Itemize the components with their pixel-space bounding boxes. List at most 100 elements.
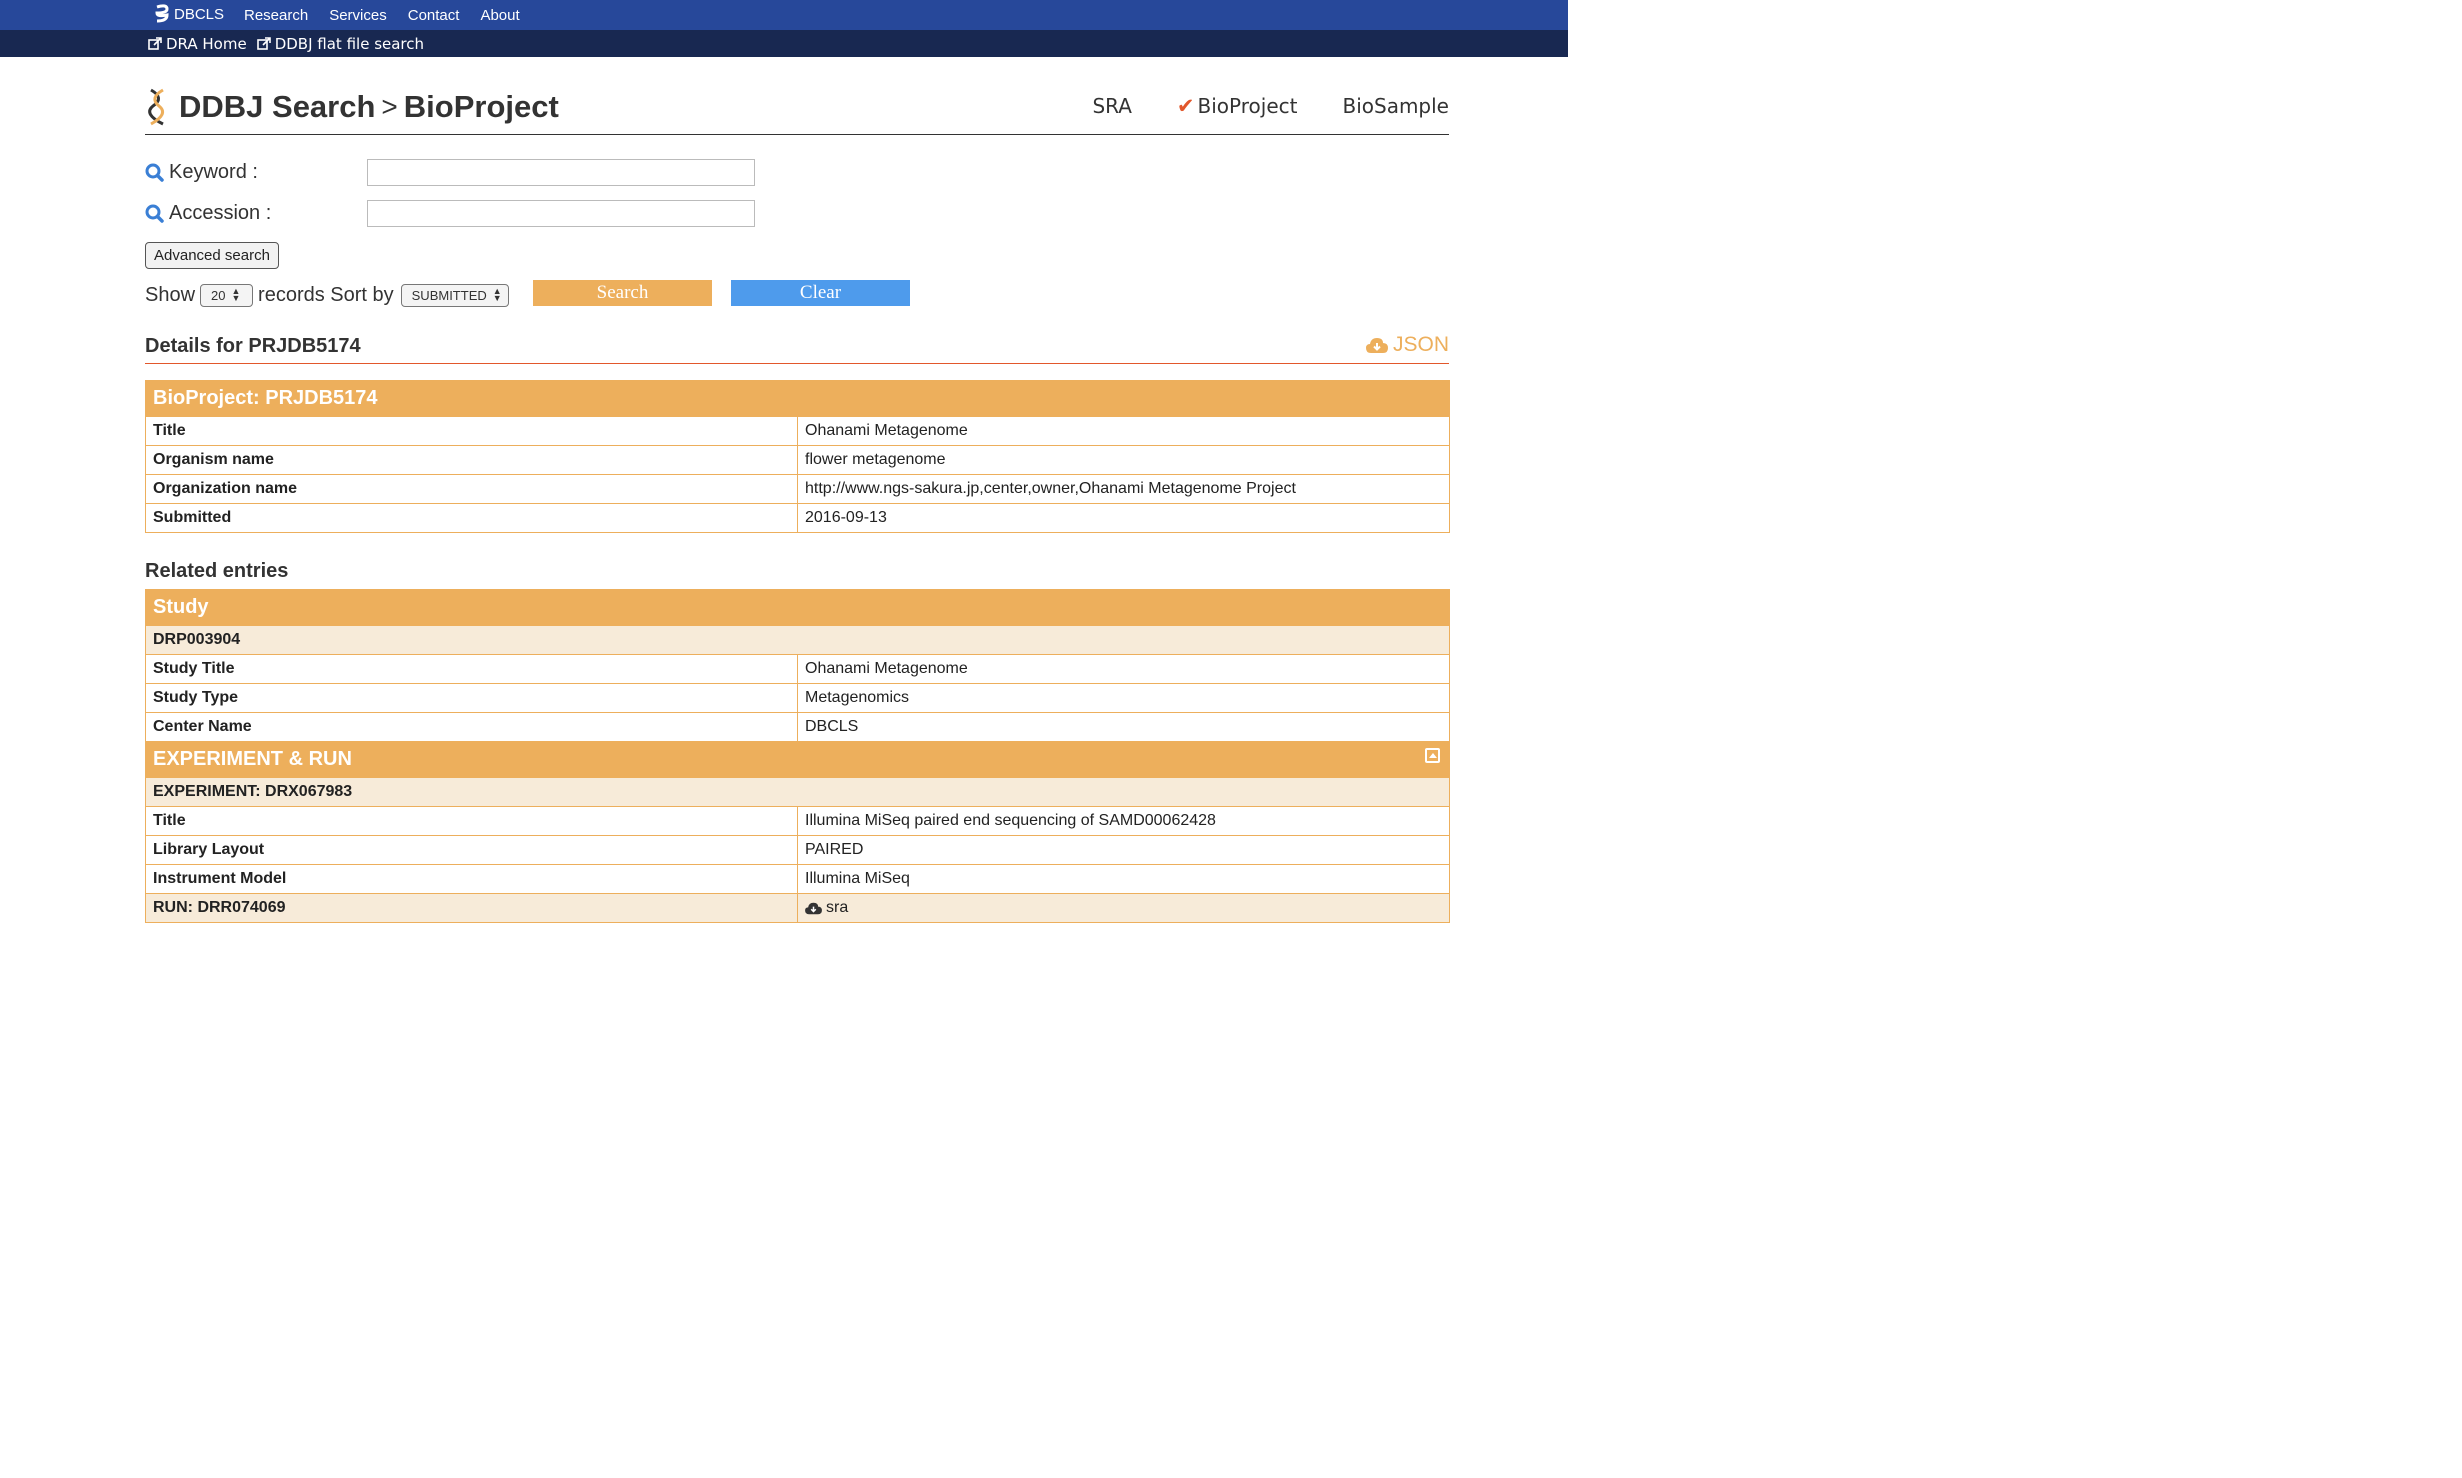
nav-contact[interactable]: Contact: [408, 7, 460, 24]
sub-navbar: DRA Home DDBJ flat file search: [0, 30, 1568, 57]
show-sort-row: Show 20 ▲ ▼ records Sort by SUBMITTED ▲ ▼: [145, 281, 514, 309]
details-header: Details for PRJDB5174 JSON: [145, 333, 1449, 364]
ddbj-flat-file-search-label: DDBJ flat file search: [274, 34, 425, 53]
accession-label-text: Accession :: [169, 202, 272, 224]
select-arrows-icon: ▲ ▼: [231, 286, 241, 303]
row-key: Title: [145, 416, 798, 446]
ddbj-logo-icon: [148, 88, 165, 126]
table-row: Instrument Model Illumina MiSeq: [145, 864, 1450, 894]
check-icon: ✔: [1176, 94, 1195, 118]
tab-bioproject[interactable]: ✔ BioProject: [1177, 94, 1298, 118]
related-entries-heading: Related entries: [145, 560, 289, 582]
top-navbar: DBCLS Research Services Contact About: [0, 0, 1568, 30]
accession-input[interactable]: [367, 200, 755, 227]
table-row: Library Layout PAIRED: [145, 835, 1450, 865]
row-value: DBCLS: [797, 712, 1450, 742]
nav-about[interactable]: About: [480, 7, 519, 24]
tab-sra[interactable]: SRA: [1092, 94, 1131, 118]
tab-bioproject-label: BioProject: [1197, 94, 1298, 118]
records-count-select[interactable]: 20 ▲ ▼: [200, 283, 254, 307]
table-row: Title Ohanami Metagenome: [145, 416, 1450, 446]
database-tabs: SRA ✔ BioProject BioSample: [1047, 94, 1449, 118]
top-nav-menu: Research Services Contact About: [244, 0, 541, 30]
row-value: Ohanami Metagenome: [797, 416, 1450, 446]
keyword-label: Keyword :: [145, 161, 367, 184]
keyword-input[interactable]: [367, 159, 755, 186]
dra-home-label: DRA Home: [166, 34, 247, 53]
row-key: Organism name: [145, 445, 798, 475]
search-icon: [145, 163, 164, 182]
row-key: Study Title: [145, 654, 798, 684]
related-entries-table: Study DRP003904 Study Title Ohanami Metag…: [145, 589, 1450, 923]
row-value: 2016-09-13: [797, 503, 1450, 533]
section-title: BioProject: [403, 89, 559, 124]
sra-link-label: sra: [826, 899, 849, 916]
bioproject-caption: BioProject: PRJDB5174: [145, 380, 1450, 417]
table-row: Title Illumina MiSeq paired end sequencin…: [145, 806, 1450, 836]
tab-biosample[interactable]: BioSample: [1342, 94, 1449, 118]
keyword-row: Keyword :: [145, 159, 755, 186]
run-row: RUN: DRR074069 sra: [145, 893, 1450, 923]
study-id[interactable]: DRP003904: [145, 625, 1450, 655]
table-row: Study Title Ohanami Metagenome: [145, 654, 1450, 684]
table-row: Center Name DBCLS: [145, 712, 1450, 742]
details-heading: Details for PRJDB5174: [145, 335, 361, 357]
experiment-id[interactable]: EXPERIMENT: DRX067983: [145, 777, 1450, 807]
accession-row: Accession :: [145, 200, 755, 227]
page-header: DDBJ Search > BioProject SRA ✔ BioProjec…: [145, 86, 1449, 135]
bioproject-table: BioProject: PRJDB5174 Title Ohanami Metag…: [145, 380, 1450, 533]
row-key: Library Layout: [145, 835, 798, 865]
run-id[interactable]: RUN: DRR074069: [145, 893, 798, 923]
collapse-icon[interactable]: [1425, 748, 1440, 763]
table-row: Submitted 2016-09-13: [145, 503, 1450, 533]
search-button[interactable]: Search: [533, 280, 712, 306]
show-label: Show: [145, 283, 196, 306]
row-key: Study Type: [145, 683, 798, 713]
row-value: PAIRED: [797, 835, 1450, 865]
records-count-value: 20: [211, 287, 226, 303]
row-value: Illumina MiSeq paired end sequencing of …: [797, 806, 1450, 836]
row-value: Metagenomics: [797, 683, 1450, 713]
row-key: Title: [145, 806, 798, 836]
json-link-label: JSON: [1392, 333, 1449, 356]
nav-services[interactable]: Services: [329, 7, 387, 24]
brand[interactable]: DDBJ Search > BioProject: [145, 86, 559, 128]
row-value: flower metagenome: [797, 445, 1450, 475]
accession-label: Accession :: [145, 202, 367, 225]
clear-button[interactable]: Clear: [731, 280, 910, 306]
experiment-run-label: EXPERIMENT & RUN: [153, 748, 352, 770]
sort-by-select[interactable]: SUBMITTED ▲ ▼: [400, 283, 509, 307]
row-value: Illumina MiSeq: [797, 864, 1450, 894]
search-icon: [145, 204, 164, 223]
logo-label: DBCLS: [174, 5, 225, 23]
table-row: Study Type Metagenomics: [145, 683, 1450, 713]
table-row: Organism name flower metagenome: [145, 445, 1450, 475]
row-value: http://www.ngs-sakura.jp,center,owner,Oh…: [797, 474, 1450, 504]
row-key: Organization name: [145, 474, 798, 504]
sra-download-link[interactable]: sra: [805, 899, 1442, 917]
cloud-download-icon: [805, 902, 822, 914]
external-link-icon: [148, 36, 162, 50]
ddbj-flat-file-search-link[interactable]: DDBJ flat file search: [256, 34, 425, 53]
study-caption: Study: [145, 589, 1450, 626]
row-key: Instrument Model: [145, 864, 798, 894]
records-sort-label: records Sort by: [258, 283, 394, 306]
external-link-icon: [256, 36, 271, 50]
select-arrows-icon: ▲ ▼: [492, 286, 502, 303]
table-row: Organization name http://www.ngs-sakura.j…: [145, 474, 1450, 504]
sort-by-value: SUBMITTED: [411, 287, 487, 303]
row-value: Ohanami Metagenome: [797, 654, 1450, 684]
experiment-run-caption: EXPERIMENT & RUN: [145, 741, 1450, 778]
nav-research[interactable]: Research: [244, 7, 308, 24]
site-title: DDBJ Search: [179, 89, 376, 124]
dbcls-logo-icon: [155, 4, 169, 23]
dra-home-link[interactable]: DRA Home: [148, 35, 247, 53]
advanced-search-button[interactable]: Advanced search: [145, 242, 279, 269]
keyword-label-text: Keyword :: [169, 161, 258, 183]
row-key: Center Name: [145, 712, 798, 742]
json-download-link[interactable]: JSON: [1365, 333, 1449, 357]
breadcrumb-separator: >: [381, 91, 398, 122]
cloud-download-icon: [1365, 337, 1388, 353]
run-download-cell: sra: [797, 893, 1450, 923]
dbcls-logo[interactable]: DBCLS: [154, 4, 224, 24]
